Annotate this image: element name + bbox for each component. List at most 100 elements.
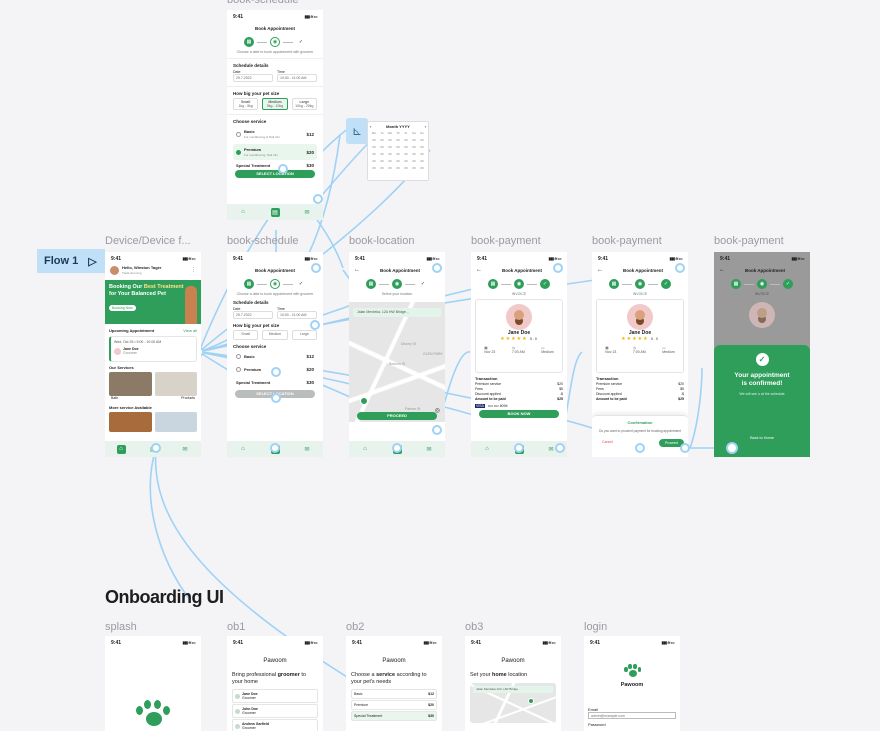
cancel-button[interactable]: Cancel — [596, 439, 619, 447]
link-node[interactable] — [311, 263, 321, 273]
size-small[interactable]: Small — [233, 330, 259, 340]
login-frame[interactable]: 9:41▮▮▮ ≋ ▭ Pawoom Email Password — [584, 636, 680, 731]
time-field[interactable]: 10:00 - 11:00 AM — [277, 311, 317, 319]
link-node[interactable] — [278, 164, 288, 174]
date-field[interactable]: 25.7.2022 — [233, 311, 273, 319]
calendar-day-cell[interactable]: 00 — [370, 166, 378, 170]
calendar-day-cell[interactable]: 00 — [370, 159, 378, 163]
calendar-day-cell[interactable]: 00 — [386, 166, 394, 170]
calendar-day-cell[interactable]: 00 — [402, 138, 410, 142]
back-arrow-icon[interactable]: ← — [354, 267, 360, 273]
link-node[interactable] — [726, 442, 738, 454]
ob1-frame[interactable]: 9:41 ▮▮▮ ≋ ▭ Pawoom Bring professional gr… — [227, 636, 323, 731]
link-node[interactable] — [310, 320, 320, 330]
calendar-day-cell[interactable]: 00 — [378, 152, 386, 156]
link-node[interactable] — [553, 263, 563, 273]
link-node[interactable] — [313, 194, 323, 204]
book-now-button[interactable]: BOOK NOW — [479, 410, 559, 418]
ob2-frame[interactable]: 9:41 ▮▮▮ ≋ ▭ Pawoom Choose a service acco… — [346, 636, 442, 731]
book-payment-frame-2[interactable]: 9:41 ▮▮▮ ≋ ▭ ← Book Appointment ▦ ◉ ✓ INVOIC… — [592, 252, 688, 457]
link-node[interactable] — [432, 263, 442, 273]
calendar-day-cell[interactable]: 00 — [418, 145, 426, 149]
chat-tab-icon[interactable]: ✉ — [181, 445, 190, 454]
calendar-day-cell[interactable]: 00 — [410, 145, 418, 149]
link-node[interactable] — [514, 443, 524, 453]
calendar-day-cell[interactable]: 00 — [418, 138, 426, 142]
calendar-day-cell[interactable]: 00 — [386, 152, 394, 156]
time-field[interactable]: 10:00 - 11:00 AM — [277, 74, 317, 82]
email-field[interactable] — [588, 712, 676, 719]
calendar-day-cell[interactable]: 00 — [370, 145, 378, 149]
calendar-day-cell[interactable]: 00 — [394, 152, 402, 156]
calendar-popup[interactable]: ‹ Month YYYY › Mo Tu We Th Fr Sa Su 00 00 00 00 00 00… — [367, 121, 429, 181]
home-frame[interactable]: 9:41 ▮▮▮ ≋ ▭ Hello, Winston Tager Tiada Su… — [105, 252, 201, 457]
calendar-day-cell[interactable]: 00 — [418, 152, 426, 156]
size-medium[interactable]: Medium — [262, 330, 288, 340]
calendar-day-cell[interactable]: 00 — [394, 138, 402, 142]
link-node[interactable] — [392, 443, 402, 453]
map-view[interactable]: Jalan Merdeka, 12A HW Bridge... Disney S… — [349, 302, 445, 422]
location-search-input[interactable]: Jalan Merdeka, 12A HW Bridge... — [353, 308, 441, 317]
calendar-day-cell[interactable]: 00 — [370, 152, 378, 156]
calendar-day-cell[interactable]: 00 — [418, 166, 426, 170]
service-special[interactable]: Special Treatment $30 — [233, 377, 317, 388]
service-bath-image[interactable] — [109, 372, 152, 396]
calendar-day-cell[interactable]: 00 — [402, 159, 410, 163]
appointment-card[interactable]: Wed, Oct 25 • 9:00 - 10:00 AM Jane Doe Gr… — [109, 336, 197, 362]
calendar-day-cell[interactable]: 00 — [394, 145, 402, 149]
link-node[interactable] — [271, 367, 281, 377]
calendar-day-cell[interactable]: 00 — [378, 166, 386, 170]
home-tab-icon[interactable]: ⌂ — [361, 445, 370, 454]
book-schedule-frame[interactable]: 9:41 ▮▮▮ ≋ ▭ Book Appointment ▦ ◉ ✓ Choose … — [227, 252, 323, 457]
back-to-home-button[interactable]: Back to Home — [714, 436, 810, 440]
promo-banner[interactable]: Booking Our Best Treatment for Your Balan… — [105, 280, 201, 324]
calendar-day-cell[interactable]: 00 — [410, 159, 418, 163]
calendar-day-cell[interactable]: 00 — [410, 138, 418, 142]
link-node[interactable] — [635, 443, 645, 453]
booking-now-button[interactable]: Booking Now — [109, 305, 136, 312]
link-node[interactable] — [151, 443, 161, 453]
link-node[interactable] — [675, 263, 685, 273]
service-products-image[interactable] — [154, 372, 197, 396]
link-node[interactable] — [432, 425, 442, 435]
more-service-image-1[interactable] — [109, 412, 152, 432]
calendar-day-cell[interactable]: 00 — [402, 152, 410, 156]
view-all-link[interactable]: View all — [183, 328, 197, 333]
calendar-day-cell[interactable]: 00 — [378, 159, 386, 163]
calendar-day-cell[interactable]: 00 — [418, 159, 426, 163]
next-month-icon[interactable]: › — [425, 124, 426, 129]
service-basic[interactable]: Basic Fur conditioning & Nail trim $12 — [233, 126, 317, 142]
size-small[interactable]: Small 1kg - 5kg — [233, 98, 259, 110]
calendar-day-cell[interactable]: 00 — [410, 152, 418, 156]
calendar-day-cell[interactable]: 00 — [394, 166, 402, 170]
calendar-day-cell[interactable]: 00 — [378, 138, 386, 142]
book-payment-frame-1[interactable]: 9:41 ▮▮▮ ≋ ▭ ← Book Appointment ▦ ◉ ✓ INVOIC… — [471, 252, 567, 457]
back-arrow-icon[interactable]: ← — [476, 267, 482, 273]
home-tab-icon[interactable]: ⌂ — [239, 208, 248, 217]
link-node[interactable] — [555, 443, 565, 453]
avatar[interactable] — [110, 265, 119, 275]
size-large[interactable]: Large 10kg - 20kg — [291, 98, 317, 110]
book-location-frame[interactable]: 9:41 ▮▮▮ ≋ ▭ ← Book Appointment ▦ ◉ ✓ Select… — [349, 252, 445, 457]
service-basic[interactable]: Basic $12 — [233, 351, 317, 362]
proceed-button[interactable]: PROCEED — [357, 412, 437, 420]
date-field[interactable]: 25.7.2022 — [233, 74, 273, 82]
booking-tab-icon[interactable]: ▤ — [270, 207, 280, 217]
chat-tab-icon[interactable]: ✉ — [425, 445, 434, 454]
link-node[interactable] — [271, 393, 281, 403]
home-tab-icon[interactable]: ⌂ — [483, 445, 492, 454]
book-payment-frame-3[interactable]: 9:41 ▮▮▮ ≋ ▭ ← Book Appointment ▦ ◉ ✓ INVOIC… — [714, 252, 810, 457]
select-location-button[interactable]: SELECT LOCATION — [235, 170, 315, 178]
back-arrow-icon[interactable]: ← — [597, 267, 603, 273]
calendar-day-cell[interactable]: 00 — [370, 138, 378, 142]
ob3-frame[interactable]: 9:41 ▮▮▮ ≋ ▭ Pawoom Set your home locatio… — [465, 636, 561, 731]
calendar-day-cell[interactable]: 00 — [386, 159, 394, 163]
calendar-day-cell[interactable]: 00 — [402, 145, 410, 149]
link-node[interactable] — [680, 443, 690, 453]
menu-icon[interactable]: ⋮ — [191, 267, 196, 273]
calendar-day-cell[interactable]: 00 — [386, 145, 394, 149]
prev-month-icon[interactable]: ‹ — [370, 124, 371, 129]
calendar-day-cell[interactable]: 00 — [402, 166, 410, 170]
home-tab-icon[interactable]: ⌂ — [239, 445, 248, 454]
home-tab-icon[interactable]: ⌂ — [116, 444, 126, 454]
